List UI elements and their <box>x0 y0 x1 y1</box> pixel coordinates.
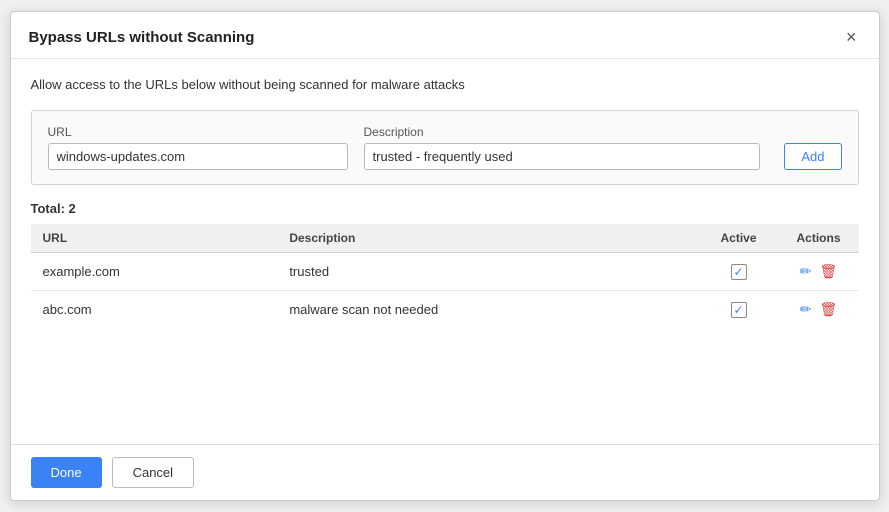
cancel-button[interactable]: Cancel <box>112 457 194 488</box>
dialog-description: Allow access to the URLs below without b… <box>31 77 859 92</box>
dialog-body: Allow access to the URLs below without b… <box>11 59 879 444</box>
dialog-title: Bypass URLs without Scanning <box>29 29 255 46</box>
cell-active: ✓ <box>699 291 779 329</box>
active-checkbox[interactable]: ✓ <box>731 264 747 280</box>
dialog-footer: Done Cancel <box>11 444 879 500</box>
total-count-label: Total: 2 <box>31 201 859 216</box>
desc-input[interactable] <box>364 143 761 170</box>
edit-icon[interactable]: ✏ <box>800 263 812 280</box>
table-row: example.com trusted ✓ ✏ 🗑 <box>31 253 859 291</box>
input-row: URL Description Add <box>48 125 842 170</box>
col-active: Active <box>699 224 779 253</box>
col-description: Description <box>277 224 698 253</box>
active-checkbox[interactable]: ✓ <box>731 302 747 318</box>
table-row: abc.com malware scan not needed ✓ ✏ 🗑 <box>31 291 859 329</box>
url-label: URL <box>48 125 348 139</box>
close-button[interactable]: × <box>842 26 861 48</box>
cell-url: example.com <box>31 253 278 291</box>
add-button[interactable]: Add <box>784 143 841 170</box>
cell-description: trusted <box>277 253 698 291</box>
done-button[interactable]: Done <box>31 457 102 488</box>
urls-table: URL Description Active Actions example.c… <box>31 224 859 328</box>
cell-description: malware scan not needed <box>277 291 698 329</box>
desc-label: Description <box>364 125 761 139</box>
total-label-text: Total: <box>31 201 65 216</box>
delete-icon[interactable]: 🗑 <box>819 263 837 280</box>
col-url: URL <box>31 224 278 253</box>
table-header-row: URL Description Active Actions <box>31 224 859 253</box>
url-input-group: URL <box>48 125 348 170</box>
cell-url: abc.com <box>31 291 278 329</box>
cell-actions: ✏ 🗑 <box>779 253 859 291</box>
col-actions: Actions <box>779 224 859 253</box>
edit-icon[interactable]: ✏ <box>800 301 812 318</box>
bypass-urls-dialog: Bypass URLs without Scanning × Allow acc… <box>10 11 880 501</box>
cell-active: ✓ <box>699 253 779 291</box>
input-section: URL Description Add <box>31 110 859 185</box>
total-count: 2 <box>69 201 76 216</box>
dialog-header: Bypass URLs without Scanning × <box>11 12 879 59</box>
cell-actions: ✏ 🗑 <box>779 291 859 329</box>
desc-input-group: Description <box>364 125 761 170</box>
delete-icon[interactable]: 🗑 <box>819 301 837 318</box>
url-input[interactable] <box>48 143 348 170</box>
